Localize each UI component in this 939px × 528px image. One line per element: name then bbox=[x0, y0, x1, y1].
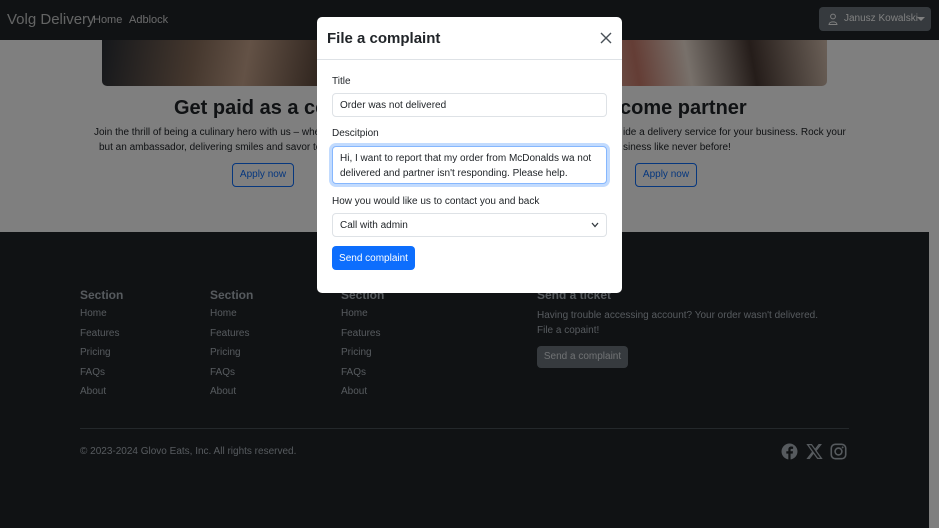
title-label: Title bbox=[332, 76, 351, 87]
contact-method-label: How you would like us to contact you and… bbox=[332, 196, 540, 207]
complaint-modal: File a complaint Title Descitpion Hi, I … bbox=[317, 17, 622, 293]
modal-header: File a complaint bbox=[317, 17, 622, 60]
description-textarea[interactable]: Hi, I want to report that my order from … bbox=[332, 146, 607, 184]
modal-title: File a complaint bbox=[327, 30, 441, 47]
chevron-down-icon bbox=[591, 222, 599, 228]
description-label: Descitpion bbox=[332, 128, 379, 139]
close-icon[interactable] bbox=[599, 31, 613, 45]
contact-method-value: Call with admin bbox=[340, 220, 408, 231]
contact-method-select[interactable]: Call with admin bbox=[332, 213, 607, 237]
send-complaint-submit-button[interactable]: Send complaint bbox=[332, 246, 415, 270]
title-input[interactable] bbox=[332, 93, 607, 117]
